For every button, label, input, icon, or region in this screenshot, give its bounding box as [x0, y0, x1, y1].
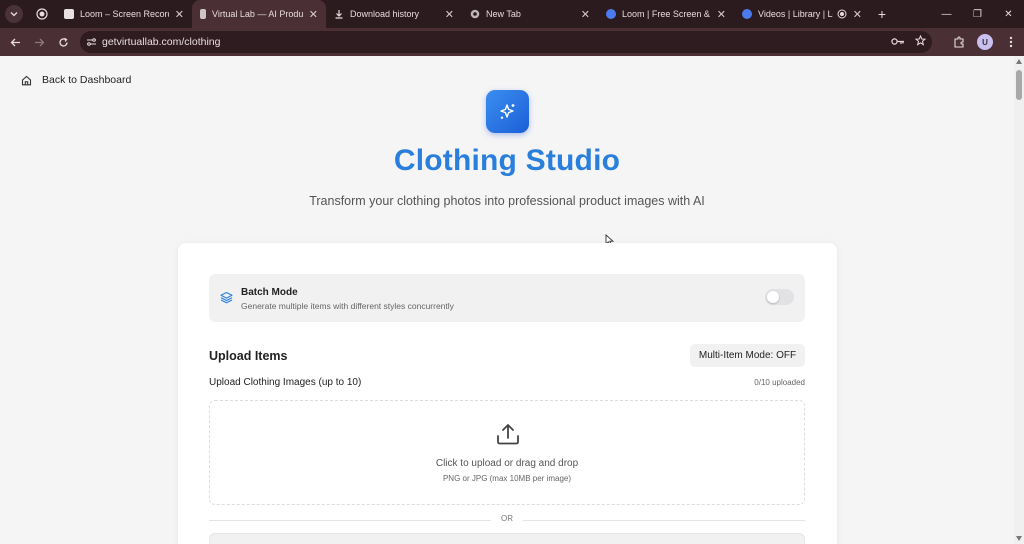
close-icon[interactable]: ✕	[175, 8, 184, 21]
tab-title: New Tab	[486, 9, 521, 19]
bookmark-star-icon[interactable]	[914, 33, 927, 51]
tab-loom-free[interactable]: Loom | Free Screen & Vid ✕	[598, 0, 734, 28]
scroll-up-arrow-icon[interactable]	[1016, 59, 1022, 64]
more-vertical-icon	[1009, 36, 1013, 48]
toggle-knob	[767, 291, 779, 303]
upload-dropzone[interactable]: Click to upload or drag and drop PNG or …	[209, 400, 805, 505]
window-controls: — ❐ ✕	[931, 0, 1024, 28]
forward-button[interactable]	[27, 28, 51, 56]
page-title: Clothing Studio	[393, 144, 621, 177]
tab-title: Loom – Screen Recorder	[80, 9, 169, 19]
avatar: U	[977, 34, 993, 50]
upload-items-heading: Upload Items	[209, 349, 288, 363]
browser-toolbar: getvirtuallab.com/clothing U	[0, 28, 1024, 56]
upload-card: Batch Mode Generate multiple items with …	[178, 243, 837, 544]
alternate-upload-button[interactable]	[209, 533, 805, 544]
restore-button[interactable]: ❐	[962, 0, 993, 28]
app-logo	[486, 90, 529, 133]
virtual-lab-favicon-icon	[200, 9, 206, 19]
home-icon	[21, 75, 32, 85]
batch-mode-toggle[interactable]	[765, 289, 794, 305]
chevron-down-icon	[5, 5, 23, 23]
address-bar[interactable]: getvirtuallab.com/clothing	[80, 31, 932, 53]
loom-favicon-icon	[742, 9, 752, 19]
loom-favicon-icon	[606, 9, 616, 19]
tab-title: Videos | Library | Loom	[758, 9, 833, 19]
back-button[interactable]	[3, 28, 27, 56]
layers-icon	[220, 291, 233, 309]
minimize-button[interactable]: —	[931, 0, 962, 28]
tab-new-tab[interactable]: New Tab ✕	[462, 0, 598, 28]
tab-search-button[interactable]	[0, 0, 28, 28]
page-subtitle: Transform your clothing photos into prof…	[309, 194, 705, 208]
record-icon	[36, 8, 48, 20]
profile-button[interactable]: U	[972, 28, 998, 56]
upload-icon	[496, 423, 520, 450]
page-scrollbar[interactable]	[1014, 56, 1024, 544]
or-divider: OR	[209, 514, 805, 526]
close-icon[interactable]: ✕	[717, 8, 726, 21]
password-key-icon[interactable]	[891, 33, 905, 51]
upload-images-label: Upload Clothing Images (up to 10)	[209, 377, 362, 388]
or-label: OR	[501, 514, 513, 523]
page-content: Back to Dashboard Clothing Studio Transf…	[0, 56, 1014, 544]
upload-count: 0/10 uploaded	[754, 378, 805, 387]
tab-virtual-lab[interactable]: Virtual Lab — AI Product ✕	[192, 0, 326, 28]
sparkles-icon	[499, 103, 514, 119]
close-window-button[interactable]: ✕	[993, 0, 1024, 28]
tab-download-history[interactable]: Download history ✕	[326, 0, 462, 28]
batch-mode-title: Batch Mode	[241, 287, 298, 298]
reload-icon	[58, 37, 68, 47]
browser-menu-button[interactable]	[998, 28, 1024, 56]
url-text: getvirtuallab.com/clothing	[102, 36, 221, 48]
puzzle-icon	[954, 36, 964, 48]
download-icon	[334, 9, 344, 19]
tab-loom-videos[interactable]: Videos | Library | Loom ✕	[734, 0, 870, 28]
site-settings-icon[interactable]	[80, 37, 102, 47]
close-icon[interactable]: ✕	[853, 8, 862, 21]
scroll-thumb[interactable]	[1016, 70, 1022, 100]
chrome-icon	[470, 9, 480, 19]
back-to-dashboard-link[interactable]: Back to Dashboard	[21, 74, 131, 86]
close-icon[interactable]: ✕	[309, 8, 318, 21]
record-icon	[837, 9, 847, 19]
extensions-button[interactable]	[946, 28, 972, 56]
tab-title: Download history	[350, 9, 420, 19]
reload-button[interactable]	[51, 28, 75, 56]
loom-favicon-icon	[64, 9, 74, 19]
tab-loom-recorder[interactable]: Loom – Screen Recorder ✕	[56, 0, 192, 28]
batch-mode-description: Generate multiple items with different s…	[241, 301, 454, 311]
dropzone-hint: PNG or JPG (max 10MB per image)	[442, 474, 572, 483]
back-link-label: Back to Dashboard	[42, 74, 132, 86]
dropzone-instruction: Click to upload or drag and drop	[435, 458, 579, 469]
scroll-down-arrow-icon[interactable]	[1016, 536, 1022, 541]
recording-indicator[interactable]	[28, 0, 56, 28]
close-icon[interactable]: ✕	[581, 8, 590, 21]
new-tab-button[interactable]: +	[870, 6, 894, 22]
browser-tab-bar: Loom – Screen Recorder ✕ Virtual Lab — A…	[0, 0, 1024, 28]
batch-mode-panel: Batch Mode Generate multiple items with …	[209, 274, 805, 322]
tab-title: Virtual Lab — AI Product	[212, 9, 303, 19]
multi-item-mode-button[interactable]: Multi-Item Mode: OFF	[690, 344, 805, 367]
arrow-left-icon	[10, 38, 20, 46]
close-icon[interactable]: ✕	[445, 8, 454, 21]
tab-title: Loom | Free Screen & Vid	[622, 9, 711, 19]
arrow-right-icon	[34, 38, 44, 46]
